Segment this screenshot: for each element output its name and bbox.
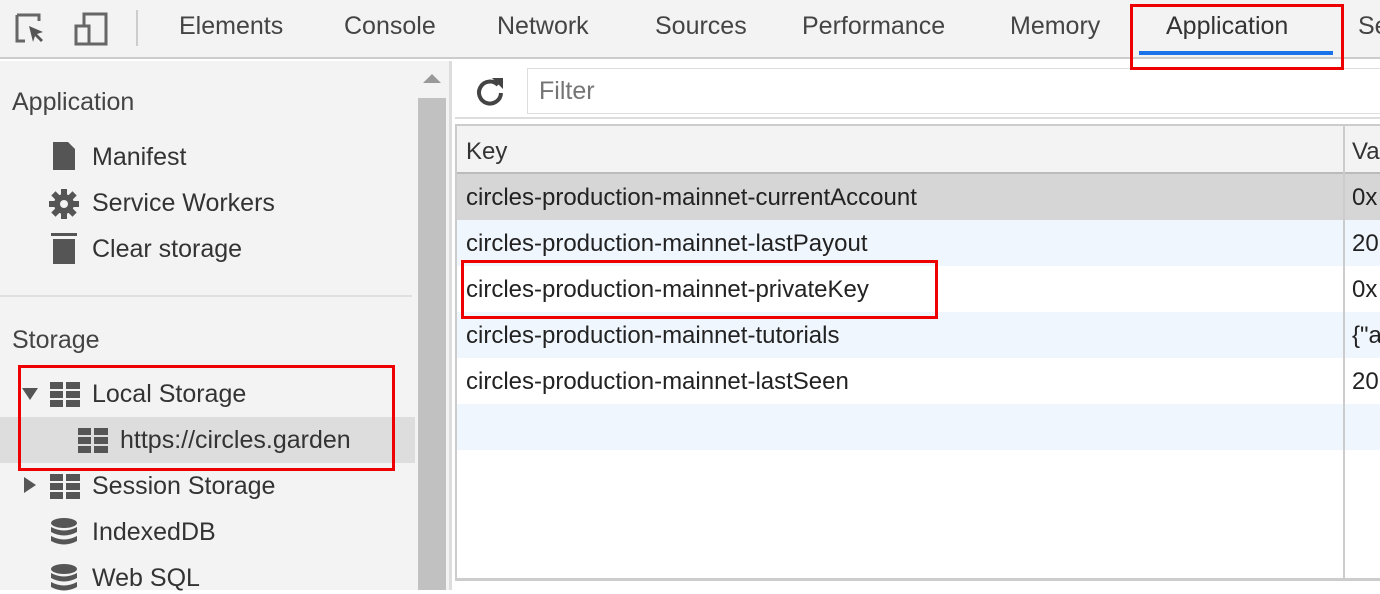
- value-cell: 20: [1352, 368, 1379, 395]
- section-heading-storage: Storage: [12, 326, 100, 354]
- column-header-value[interactable]: Va: [1352, 138, 1380, 166]
- device-toolbar-icon[interactable]: [74, 12, 108, 46]
- key-cell: circles-production-mainnet-currentAccoun…: [466, 184, 917, 211]
- collapsed-arrow-icon[interactable]: [24, 477, 36, 493]
- tab-application[interactable]: Application: [1166, 12, 1288, 41]
- grid-icon: [50, 382, 80, 407]
- sidebar-item-clear-storage[interactable]: Clear storage: [92, 235, 242, 264]
- gear-icon: [49, 189, 79, 219]
- tab-security[interactable]: Se: [1358, 12, 1380, 41]
- grid-icon: [78, 428, 108, 453]
- active-tab-indicator: [1139, 51, 1333, 55]
- sidebar-item-service-workers[interactable]: Service Workers: [92, 189, 275, 218]
- tab-console[interactable]: Console: [344, 12, 436, 41]
- tab-performance[interactable]: Performance: [802, 12, 945, 41]
- devtools-toolbar: Elements Console Network Sources Perform…: [0, 0, 1380, 59]
- tab-elements[interactable]: Elements: [179, 12, 283, 41]
- table-row[interactable]: circles-production-mainnet-tutorials {"a: [457, 312, 1380, 358]
- table-row[interactable]: circles-production-mainnet-lastPayout 20: [457, 220, 1380, 266]
- tab-memory[interactable]: Memory: [1010, 12, 1100, 41]
- key-cell: circles-production-mainnet-privateKey: [466, 276, 869, 303]
- sidebar-item-origin[interactable]: https://circles.garden: [120, 426, 351, 455]
- tab-sources[interactable]: Sources: [655, 12, 747, 41]
- table-row-empty[interactable]: [457, 404, 1380, 450]
- tab-network[interactable]: Network: [497, 12, 589, 41]
- toolbar-separator: [136, 10, 138, 46]
- value-cell: {"a: [1352, 322, 1380, 349]
- table-row[interactable]: circles-production-mainnet-lastSeen 20: [457, 358, 1380, 404]
- table-header: Key Va: [457, 126, 1380, 174]
- sidebar-item-indexeddb[interactable]: IndexedDB: [92, 518, 216, 547]
- refresh-icon[interactable]: [474, 76, 506, 106]
- key-cell: circles-production-mainnet-lastPayout: [466, 230, 868, 257]
- column-divider[interactable]: [1343, 126, 1345, 580]
- section-heading-application: Application: [12, 88, 135, 116]
- key-cell: circles-production-mainnet-lastSeen: [466, 368, 849, 395]
- value-cell: 0x: [1352, 276, 1378, 303]
- inspect-element-icon[interactable]: [14, 12, 48, 46]
- scroll-up-arrow-icon[interactable]: [423, 74, 441, 83]
- value-cell: 20: [1352, 230, 1379, 257]
- storage-table: Key Va circles-production-mainnet-curren…: [455, 124, 1380, 581]
- grid-icon: [50, 474, 80, 499]
- sidebar-item-local-storage[interactable]: Local Storage: [92, 380, 246, 409]
- sidebar-divider: [0, 295, 412, 297]
- sidebar-scrollbar-thumb[interactable]: [418, 98, 446, 590]
- sidebar-item-manifest[interactable]: Manifest: [92, 143, 186, 172]
- value-cell: 0x: [1352, 184, 1378, 211]
- table-row[interactable]: circles-production-mainnet-currentAccoun…: [457, 174, 1380, 220]
- table-row[interactable]: circles-production-mainnet-privateKey 0x: [457, 266, 1380, 312]
- key-cell: circles-production-mainnet-tutorials: [466, 322, 840, 349]
- column-header-key[interactable]: Key: [466, 138, 507, 166]
- trash-icon: [51, 233, 77, 264]
- sidebar-item-web-sql[interactable]: Web SQL: [92, 564, 200, 593]
- filter-input[interactable]: [527, 68, 1380, 114]
- expanded-arrow-icon[interactable]: [22, 388, 38, 400]
- sidebar-item-session-storage[interactable]: Session Storage: [92, 472, 275, 501]
- database-icon: [51, 518, 77, 545]
- file-icon: [53, 142, 75, 170]
